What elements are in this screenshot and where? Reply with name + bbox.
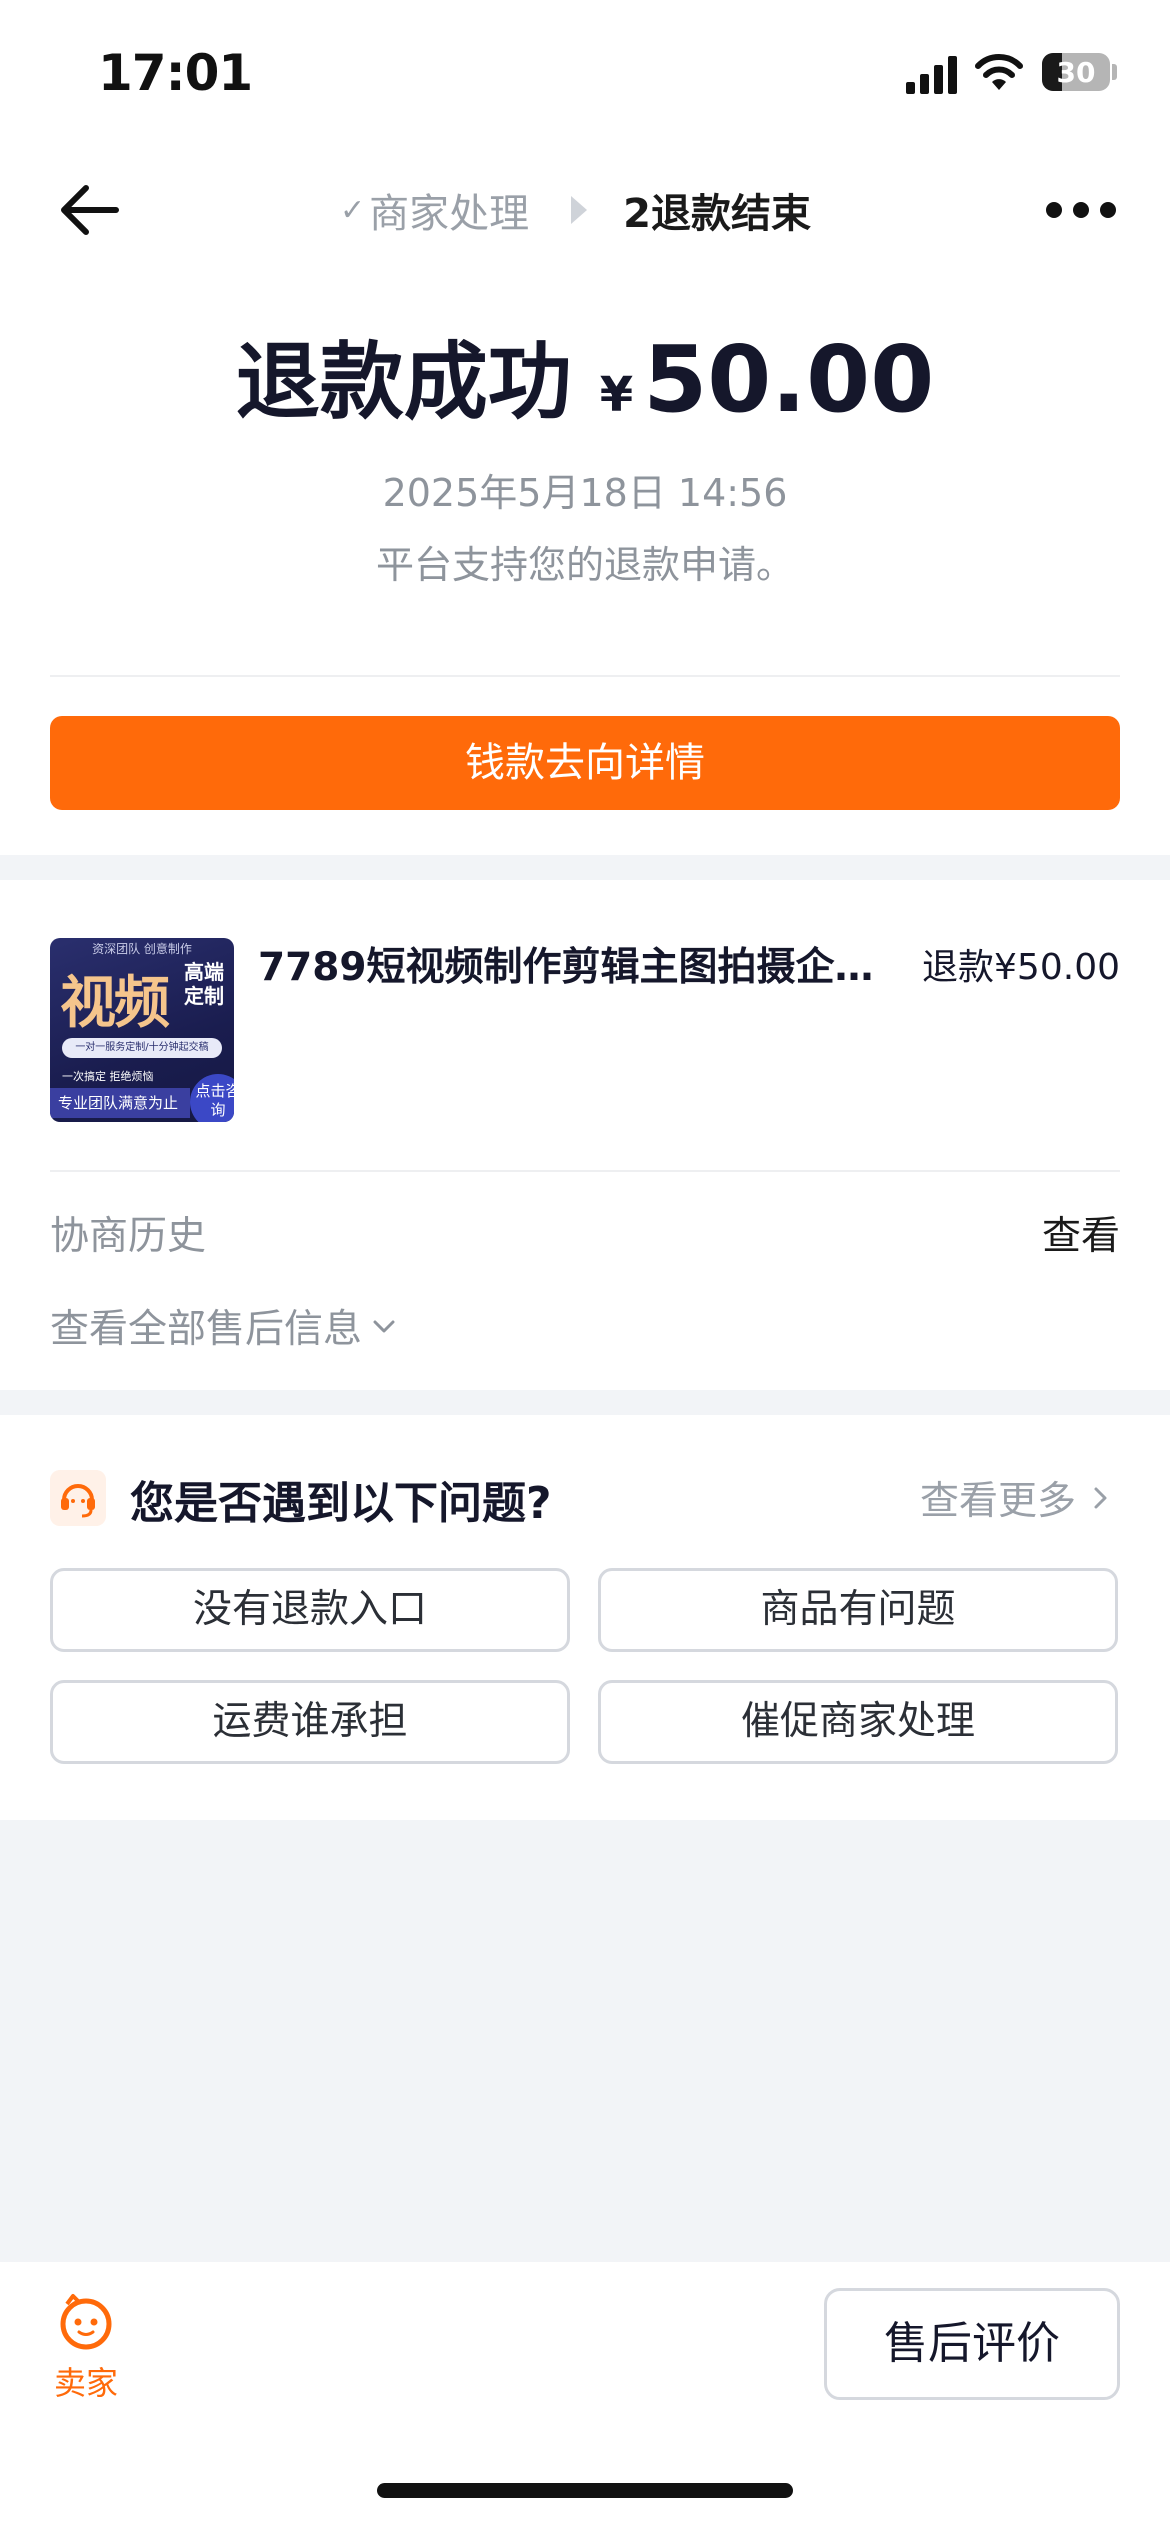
wifi-icon [975,54,1023,90]
faq-title: 您是否遇到以下问题? [130,1478,552,1529]
status-time: 17:01 [98,44,253,102]
thumb-bottom-text: 专业团队满意为止 [50,1088,190,1118]
thumb-badge-text: 点击咨询 [190,1074,234,1122]
battery-icon: 30 [1042,53,1110,91]
section-gap [0,1390,1170,1415]
faq-option-product-problem[interactable]: 商品有问题 [598,1568,1118,1652]
view-all-aftersale-info[interactable]: 查看全部售后信息 [50,1298,398,1354]
thumb-banner-text: 一对一服务定制/十分钟起交稿 [62,1038,222,1058]
thumb-side-text: 高端定制 [184,960,224,1008]
nav-bar: ✓ 商家处理 2退款结束 [0,150,1170,270]
check-icon: ✓ [340,192,366,228]
back-arrow-icon[interactable] [50,180,130,240]
progress-steps: ✓ 商家处理 2退款结束 [340,180,811,240]
thumb-top-text: 资深团队 创意制作 [92,942,192,956]
faq-option-shipping-fee[interactable]: 运费谁承担 [50,1680,570,1764]
product-thumbnail[interactable]: 资深团队 创意制作 视频 高端定制 一对一服务定制/十分钟起交稿 一次搞定 拒绝… [50,938,234,1122]
battery-level: 30 [1056,56,1096,89]
currency-symbol: ¥ [599,367,634,423]
divider [50,675,1120,677]
refund-description: 平台支持您的退款申请。 [375,543,794,587]
more-dots-icon[interactable] [1046,198,1116,222]
negotiation-history-label: 协商历史 [50,1214,207,1259]
thumb-big-text: 视频 [60,971,170,1036]
view-history-link[interactable]: 查看 [1042,1205,1120,1261]
divider [50,1170,1120,1172]
step-separator-icon [571,196,588,224]
refund-status: 退款成功 [235,333,572,431]
aftersale-review-button[interactable]: 售后评价 [824,2288,1120,2400]
refund-result-title: 退款成功 ¥50.00 [0,330,1170,445]
all-info-label: 查看全部售后信息 [50,1307,363,1352]
signal-icon [906,56,957,94]
faq-option-urge-merchant[interactable]: 催促商家处理 [598,1680,1118,1764]
thumb-line2-text: 一次搞定 拒绝烦恼 [62,1070,154,1083]
section-gap [0,855,1170,880]
view-more-link[interactable]: 查看更多 [920,1470,1112,1526]
page-background [0,1820,1170,2262]
headset-icon [50,1470,106,1526]
home-indicator[interactable] [377,2483,793,2498]
seller-button[interactable]: 卖家 [46,2292,126,2404]
battery-tip [1112,64,1117,80]
step-previous: 商家处理 [369,191,530,237]
view-more-label: 查看更多 [919,1479,1076,1524]
product-refund-amount: 退款¥50.00 [922,947,1120,988]
status-bar: 17:01 30 [0,0,1170,150]
seller-label: 卖家 [53,2364,118,2402]
product-card: 资深团队 创意制作 视频 高端定制 一对一服务定制/十分钟起交稿 一次搞定 拒绝… [0,880,1170,1390]
seller-face-icon [60,2294,112,2350]
step-current: 2退款结束 [623,191,811,237]
chevron-right-icon [1094,1487,1107,1509]
money-destination-button[interactable]: 钱款去向详情 [50,716,1120,810]
product-title[interactable]: 7789短视频制作剪辑主图拍摄企业宣传片 [258,936,898,992]
chevron-down-icon [373,1320,395,1333]
refund-time: 2025年5月18日 14:56 [382,471,788,515]
faq-option-no-refund-entry[interactable]: 没有退款入口 [50,1568,570,1652]
faq-section: 您是否遇到以下问题? 查看更多 没有退款入口 商品有问题 运费谁承担 催促商家处… [0,1415,1170,1820]
refund-amount: 50.00 [643,326,935,433]
